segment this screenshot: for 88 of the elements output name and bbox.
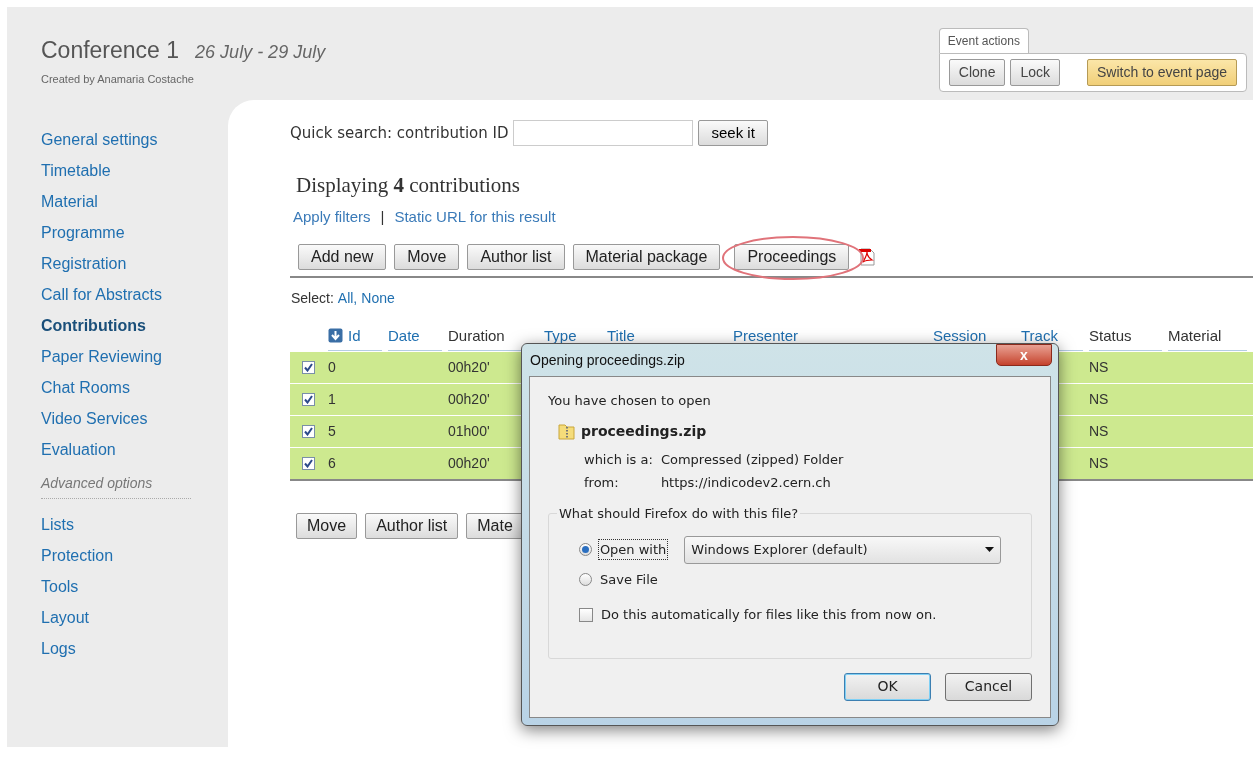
sidebar-link[interactable]: Tools — [41, 571, 228, 602]
event-action-button[interactable]: Clone — [948, 59, 1006, 86]
filter-link[interactable]: Static URL for this result — [394, 205, 556, 228]
application-dropdown[interactable]: Windows Explorer (default) — [684, 535, 1001, 564]
sidebar-link[interactable]: Call for Abstracts — [41, 279, 228, 310]
column-header[interactable]: Track — [1021, 324, 1058, 347]
event-action-button[interactable]: Switch to event page — [1087, 59, 1237, 86]
column-header[interactable]: Session — [933, 324, 987, 347]
table-cell-text: NS — [1089, 390, 1110, 409]
file-type-text: Compressed (zipped) Folder — [660, 450, 845, 469]
column-header[interactable]: Presenter — [733, 324, 799, 347]
table-cell-text: 00h20' — [448, 454, 491, 473]
dropdown-value: Windows Explorer (default) — [691, 540, 868, 559]
event-dates: 26 July - 29 July — [195, 41, 326, 64]
sidebar-link[interactable]: Layout — [41, 602, 228, 633]
field-label: which is a: — [584, 450, 653, 469]
search-field[interactable] — [513, 120, 694, 146]
sidebar-link[interactable]: Evaluation — [41, 434, 228, 465]
intro-text: You have chosen to open — [548, 392, 712, 410]
table-cell-text: 00h20' — [448, 390, 491, 409]
radio-button[interactable] — [579, 543, 592, 556]
sidebar-link[interactable]: Programme — [41, 217, 228, 248]
table-cell-text: 0 — [328, 358, 337, 377]
row-checkbox[interactable] — [302, 457, 315, 470]
column-header[interactable]: Title — [607, 324, 635, 347]
sidebar-link[interactable]: Timetable — [41, 155, 228, 186]
sidebar-link[interactable]: Lists — [41, 509, 228, 540]
option-label[interactable]: Save File — [598, 569, 660, 589]
sidebar-link[interactable]: Protection — [41, 540, 228, 571]
sort-down-icon[interactable] — [328, 328, 343, 344]
toolbar-button[interactable]: Material package — [572, 244, 721, 270]
column-header: Status — [1089, 325, 1132, 346]
sidebar-link[interactable]: Chat Rooms — [41, 372, 228, 403]
checkbox-label[interactable]: Do this automatically for files like this from now on. — [601, 605, 937, 625]
option-label[interactable]: Open with — [597, 538, 669, 561]
toolbar-button[interactable]: Add new — [298, 244, 387, 270]
event-actions-tab[interactable]: Event actions — [938, 28, 1029, 53]
sidebar-link[interactable]: Registration — [41, 248, 228, 279]
sidebar-link[interactable]: Material — [41, 186, 228, 217]
toolbar-button[interactable]: Mate — [466, 513, 524, 539]
field-label: from: — [584, 474, 620, 492]
toolbar-button[interactable]: Move — [296, 513, 358, 539]
toolbar-button[interactable]: Proceedings — [734, 244, 850, 270]
radio-button[interactable] — [579, 572, 592, 586]
caret-icon — [985, 547, 994, 552]
sidebar-link[interactable]: Contributions — [41, 310, 228, 341]
row-checkbox[interactable] — [302, 361, 315, 374]
table-cell-text: 01h00' — [448, 422, 491, 441]
close-button[interactable]: x — [996, 344, 1052, 366]
file-name: proceedings.zip — [581, 421, 707, 441]
results-heading: Displaying 4 contributions — [296, 172, 521, 199]
column-header: Duration — [448, 325, 505, 346]
filter-link[interactable]: Apply filters — [293, 205, 371, 228]
toolbar-button[interactable]: Move — [394, 244, 460, 270]
column-header[interactable]: Id — [348, 324, 361, 347]
toolbar-button[interactable]: Author list — [365, 513, 459, 539]
row-checkbox[interactable] — [302, 393, 315, 406]
event-title: Conference 1 — [41, 36, 180, 65]
seek-button[interactable]: seek it — [698, 120, 768, 146]
separator-text: | — [380, 206, 385, 227]
table-cell-text: NS — [1089, 422, 1110, 441]
event-action-button[interactable]: Lock — [1010, 59, 1060, 86]
column-header[interactable]: Date — [388, 324, 420, 347]
row-checkbox[interactable] — [302, 425, 315, 438]
auto-checkbox[interactable] — [579, 607, 593, 622]
sidebar-link[interactable]: General settings — [41, 124, 228, 155]
table-cell-text: NS — [1089, 358, 1110, 377]
table-cell-text: 1 — [328, 390, 337, 409]
dialog-button[interactable]: OK — [844, 672, 931, 701]
dialog-title: Opening proceedings.zip — [529, 350, 685, 370]
sidebar-link[interactable]: Logs — [41, 633, 228, 664]
source-url-text: https://indicodev2.cern.ch — [660, 474, 832, 492]
select-link[interactable]: None — [361, 288, 395, 309]
select-label: Select: — [291, 289, 334, 308]
dialog-button[interactable]: Cancel — [945, 672, 1032, 701]
table-cell-text: 5 — [328, 422, 337, 441]
sidebar-link[interactable]: Video Services — [41, 403, 228, 434]
table-cell-text: NS — [1089, 454, 1110, 473]
column-header[interactable]: Type — [544, 324, 577, 347]
toolbar-button[interactable]: Author list — [467, 244, 565, 270]
created-by-text: Created by Anamaria Costache — [41, 71, 195, 87]
table-cell-text: 6 — [328, 454, 337, 473]
section-label: Advanced options — [41, 473, 191, 499]
zip-folder-icon — [558, 422, 575, 440]
column-header: Material — [1168, 325, 1222, 346]
sidebar-link[interactable]: Paper Reviewing — [41, 341, 228, 372]
select-link[interactable]: All, — [337, 288, 358, 309]
search-label: Quick search: contribution ID — [290, 122, 509, 144]
